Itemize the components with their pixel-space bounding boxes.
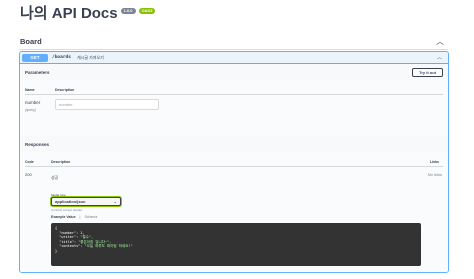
example-tabs: Example Value | Schema	[51, 215, 98, 219]
parameters-table: Name Description number (query) number	[20, 80, 448, 136]
response-description: 성공	[51, 175, 59, 180]
http-method-badge: GET	[22, 53, 48, 62]
param-col-description: Description	[55, 88, 75, 92]
parameters-title: Parameters	[25, 69, 50, 75]
try-it-out-button[interactable]: Try it out	[412, 67, 443, 77]
tab-example-value[interactable]: Example Value	[51, 215, 76, 219]
tab-schema[interactable]: Schema	[84, 215, 97, 219]
param-header-divider	[25, 94, 443, 95]
resp-header-divider	[25, 166, 443, 167]
param-name: number	[25, 100, 41, 105]
chevron-up-icon[interactable]: ︿	[436, 36, 448, 47]
response-code: 200	[25, 172, 32, 177]
operation-path: /boards	[52, 55, 71, 60]
resp-col-code: Code	[25, 160, 34, 164]
response-links: No links	[427, 172, 442, 177]
version-badge: 1.0.0	[120, 8, 136, 14]
number-param-input[interactable]: number	[55, 99, 159, 110]
resp-col-description: Description	[51, 160, 71, 164]
responses-header: Responses	[20, 136, 448, 152]
tag-name[interactable]: Board	[20, 37, 42, 46]
responses-title: Responses	[25, 141, 50, 147]
chevron-down-icon: ⌄	[113, 199, 117, 204]
code-close-brace: }	[55, 248, 58, 253]
chevron-up-icon[interactable]: ︿	[437, 54, 448, 61]
operation-summary[interactable]: GET /boards 게시글 가져오기 ︿	[20, 52, 448, 64]
operation-summary-text: 게시글 가져오기	[76, 54, 104, 60]
api-title-block: 나의 API Docs 1.0.0 OAS3	[20, 5, 156, 23]
resp-col-links: Links	[429, 160, 439, 164]
example-code-block: { "number": 1, "writer": "철수", "title": …	[51, 223, 421, 266]
operation-block-get-boards: GET /boards 게시글 가져오기 ︿ Parameters Try it…	[19, 51, 449, 273]
page-title: 나의 API Docs	[20, 5, 118, 22]
param-col-name: Name	[25, 88, 35, 92]
media-type-hint: Controls Accept header.	[51, 208, 83, 212]
tag-section-board[interactable]: Board ︿	[20, 34, 448, 50]
oas-badge: OAS3	[138, 8, 156, 14]
media-type-value: application/json	[55, 199, 86, 204]
responses-table: Code Description Links 200 성공 No links M…	[20, 152, 448, 272]
media-type-select[interactable]: application/json ⌄	[51, 197, 121, 206]
parameters-header: Parameters Try it out	[20, 64, 448, 80]
param-location: (query)	[25, 108, 37, 112]
